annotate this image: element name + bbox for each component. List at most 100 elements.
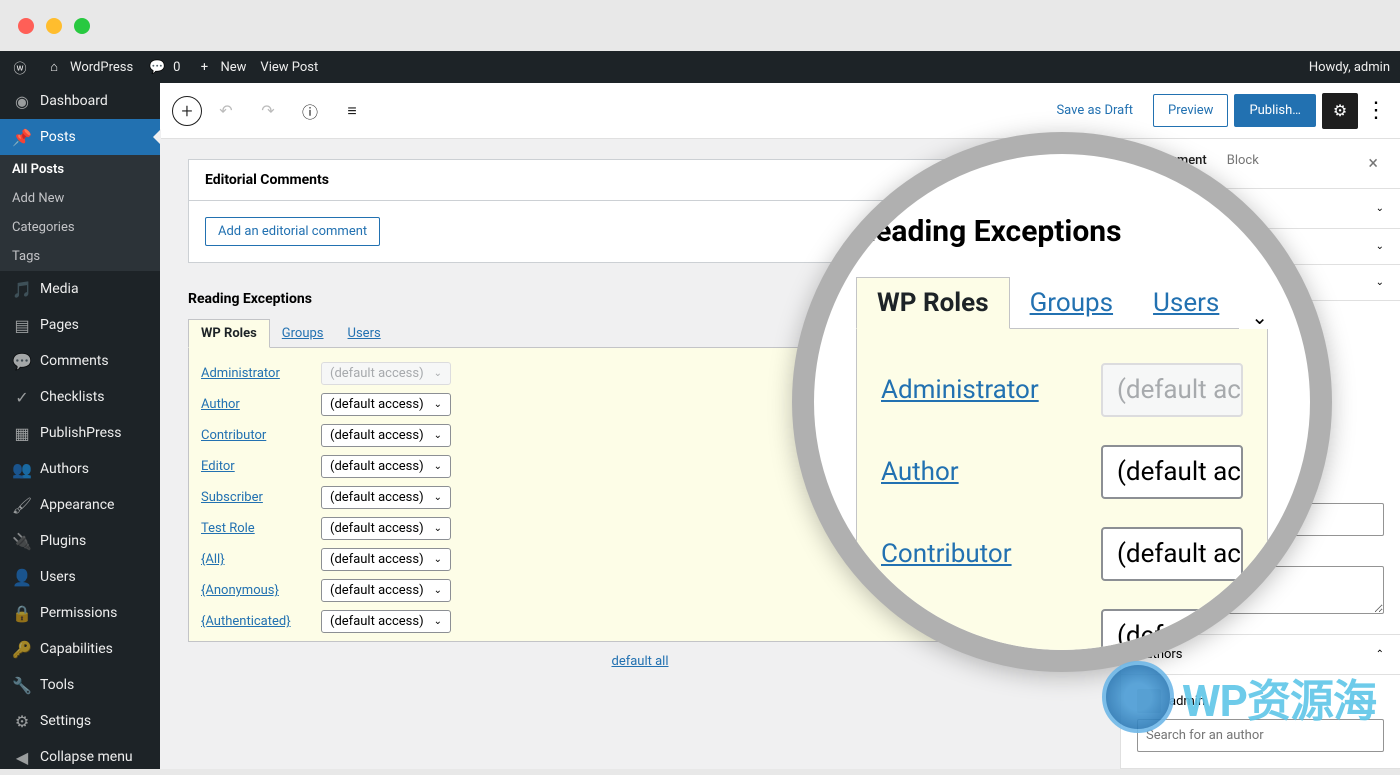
mag-access-select[interactable]: (default acce: [1101, 527, 1243, 581]
plus-icon: +: [194, 57, 214, 77]
wp-logo[interactable]: ⓦ: [10, 57, 30, 77]
mag-tab-groups[interactable]: Groups: [1010, 278, 1133, 328]
undo-button[interactable]: ↶: [208, 93, 244, 129]
sidebar-item-settings[interactable]: ⚙Settings: [0, 703, 160, 739]
wrench-icon: 🔧: [12, 675, 32, 695]
default-all-link[interactable]: default all: [611, 654, 668, 669]
submenu-tags[interactable]: Tags: [0, 242, 160, 271]
sidebar-item-publishpress[interactable]: ▦PublishPress: [0, 415, 160, 451]
mac-titlebar: [0, 0, 1400, 51]
mag-role-link[interactable]: Contributor: [881, 539, 1061, 569]
key-icon: 🔑: [12, 639, 32, 659]
plug-icon: 🔌: [12, 531, 32, 551]
author-row: admin: [1137, 683, 1384, 719]
settings-toggle[interactable]: ⚙: [1322, 93, 1358, 129]
mag-title: Reading Exceptions: [856, 214, 1268, 249]
outline-button[interactable]: ≡: [334, 93, 370, 129]
access-select[interactable]: (default access)⌄: [321, 424, 451, 447]
sidebar-item-dashboard[interactable]: ◉Dashboard: [0, 83, 160, 119]
sidebar-item-pages[interactable]: ▤Pages: [0, 307, 160, 343]
chevron-down-icon: ⌄: [1376, 241, 1384, 252]
add-block-button[interactable]: +: [172, 96, 202, 126]
collapse-menu[interactable]: ◀Collapse menu: [0, 739, 160, 775]
submenu-all-posts[interactable]: All Posts: [0, 155, 160, 184]
mag-tab-roles[interactable]: WP Roles: [856, 277, 1010, 329]
role-link[interactable]: Administrator: [201, 366, 301, 381]
access-select[interactable]: (default access)⌄: [321, 455, 451, 478]
sidebar-item-checklists[interactable]: ✓Checklists: [0, 379, 160, 415]
role-link[interactable]: Author: [201, 397, 301, 412]
role-link[interactable]: Test Role: [201, 521, 301, 536]
preview-button[interactable]: Preview: [1153, 94, 1228, 127]
access-select: (default access)⌄: [321, 362, 451, 385]
mag-role-row: Administrator (default access: [857, 349, 1267, 431]
publish-button[interactable]: Publish…: [1234, 94, 1316, 127]
mag-role-link[interactable]: Administrator: [881, 375, 1061, 405]
chevron-down-icon: ⌄: [1251, 305, 1268, 329]
lock-icon: 🔒: [12, 603, 32, 623]
more-options-button[interactable]: ⋮: [1364, 93, 1388, 129]
admin-sidebar: ◉Dashboard 📌Posts All Posts Add New Cate…: [0, 83, 160, 769]
submenu-categories[interactable]: Categories: [0, 213, 160, 242]
access-select[interactable]: (default access)⌄: [321, 393, 451, 416]
mag-access-select[interactable]: (default access: [1101, 445, 1243, 499]
role-link[interactable]: {Anonymous}: [201, 583, 301, 598]
access-select[interactable]: (default access)⌄: [321, 548, 451, 571]
redo-button[interactable]: ↷: [250, 93, 286, 129]
save-draft-button[interactable]: Save as Draft: [1042, 95, 1147, 126]
role-link[interactable]: {All}: [201, 552, 301, 567]
calendar-icon: ▦: [12, 423, 32, 443]
close-icon[interactable]: [18, 18, 34, 34]
tab-block[interactable]: Block: [1217, 139, 1269, 188]
role-link[interactable]: Contributor: [201, 428, 301, 443]
submenu-add-new[interactable]: Add New: [0, 184, 160, 213]
access-select[interactable]: (default access)⌄: [321, 486, 451, 509]
sidebar-item-plugins[interactable]: 🔌Plugins: [0, 523, 160, 559]
mag-tab-users[interactable]: Users: [1133, 278, 1239, 328]
magnifier-overlay: Reading Exceptions WP Roles Groups Users…: [792, 132, 1332, 672]
editor-toolbar: + ↶ ↷ ⓘ ≡ Save as Draft Preview Publish……: [160, 83, 1400, 139]
check-icon: ✓: [12, 387, 32, 407]
tab-wp-roles[interactable]: WP Roles: [188, 319, 270, 348]
sidebar-item-appearance[interactable]: 🖌Appearance: [0, 487, 160, 523]
chevron-down-icon: ⌄: [1376, 203, 1384, 214]
mag-role-link[interactable]: Author: [881, 457, 1061, 487]
comment-icon: 💬: [147, 57, 167, 77]
sliders-icon: ⚙: [12, 711, 32, 731]
maximize-icon[interactable]: [74, 18, 90, 34]
sidebar-item-media[interactable]: 🎵Media: [0, 271, 160, 307]
tab-users[interactable]: Users: [336, 320, 393, 347]
authors-icon: 👥: [12, 459, 32, 479]
sidebar-item-capabilities[interactable]: 🔑Capabilities: [0, 631, 160, 667]
close-settings-button[interactable]: ×: [1362, 139, 1384, 188]
sidebar-item-authors[interactable]: 👥Authors: [0, 451, 160, 487]
sidebar-item-permissions[interactable]: 🔒Permissions: [0, 595, 160, 631]
new-link[interactable]: +New: [194, 57, 246, 77]
add-comment-button[interactable]: Add an editorial comment: [205, 217, 380, 246]
dashboard-icon: ◉: [12, 91, 32, 111]
access-select[interactable]: (default access)⌄: [321, 579, 451, 602]
author-search-input[interactable]: [1137, 719, 1384, 752]
site-link[interactable]: ⌂WordPress: [44, 57, 133, 77]
sidebar-item-tools[interactable]: 🔧Tools: [0, 667, 160, 703]
pin-icon: 📌: [12, 127, 32, 147]
admin-bar: ⓦ ⌂WordPress 💬0 +New View Post Howdy, ad…: [0, 51, 1400, 83]
access-select[interactable]: (default access)⌄: [321, 517, 451, 540]
minimize-icon[interactable]: [46, 18, 62, 34]
role-link[interactable]: {Authenticated}: [201, 614, 301, 629]
tab-groups[interactable]: Groups: [270, 320, 336, 347]
chevron-down-icon: ⌄: [1376, 277, 1384, 288]
avatar: [1137, 689, 1161, 713]
howdy-link[interactable]: Howdy, admin: [1309, 60, 1390, 75]
sidebar-item-posts[interactable]: 📌Posts: [0, 119, 160, 155]
access-select[interactable]: (default access)⌄: [321, 610, 451, 633]
collapse-icon: ◀: [12, 747, 32, 767]
info-button[interactable]: ⓘ: [292, 93, 328, 129]
view-post-link[interactable]: View Post: [260, 60, 318, 75]
comments-link[interactable]: 💬0: [147, 57, 180, 77]
sidebar-item-users[interactable]: 👤Users: [0, 559, 160, 595]
role-link[interactable]: Editor: [201, 459, 301, 474]
role-link[interactable]: Subscriber: [201, 490, 301, 505]
sidebar-item-comments[interactable]: 💬Comments: [0, 343, 160, 379]
comment-icon: 💬: [12, 351, 32, 371]
